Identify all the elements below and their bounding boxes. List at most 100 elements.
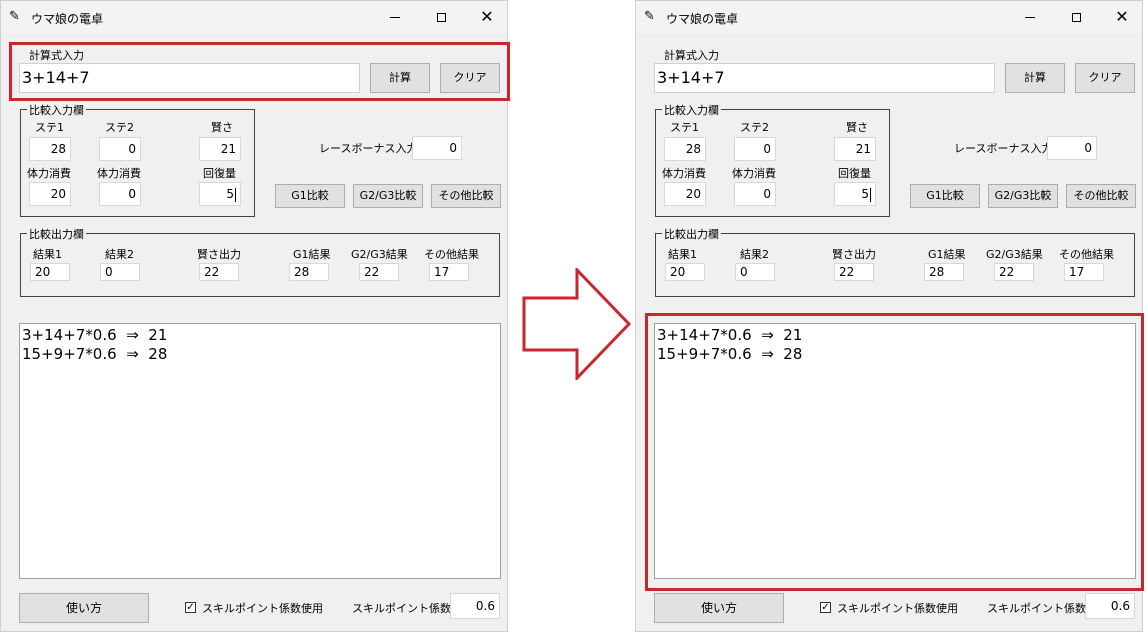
g1-result-label: G1結果 bbox=[928, 248, 966, 261]
calc-button[interactable]: 計算 bbox=[1005, 63, 1065, 93]
stat2-label: ステ2 bbox=[740, 121, 769, 134]
stat1-label: ステ1 bbox=[35, 121, 64, 134]
wisdom-output[interactable]: 22 bbox=[834, 263, 874, 281]
wisdom-label: 賢さ bbox=[846, 121, 868, 134]
wisdom-output-label: 賢さ出力 bbox=[197, 248, 241, 261]
g1-compare-button[interactable]: G1比較 bbox=[910, 184, 980, 208]
clear-button[interactable]: クリア bbox=[1075, 63, 1135, 93]
usage-button[interactable]: 使い方 bbox=[19, 593, 149, 623]
close-button[interactable]: ✕ bbox=[1102, 5, 1142, 29]
minimize-button[interactable] bbox=[375, 5, 415, 29]
recovery-input[interactable]: 5 bbox=[199, 182, 241, 206]
stamina-cost2-input[interactable]: 0 bbox=[99, 182, 141, 206]
skill-coef-input[interactable]: 0.6 bbox=[450, 593, 500, 619]
compare-input-title: 比較入力欄 bbox=[27, 102, 86, 118]
close-button[interactable]: ✕ bbox=[467, 5, 507, 29]
stamina-cost1-input[interactable]: 20 bbox=[29, 182, 71, 206]
window-title: ウマ娘の電卓 bbox=[666, 12, 739, 26]
result2-label: 結果2 bbox=[105, 248, 134, 261]
stamina-cost1-label: 体力消費 bbox=[27, 167, 71, 180]
stat2-label: ステ2 bbox=[105, 121, 134, 134]
formula-label: 計算式入力 bbox=[664, 49, 719, 62]
other-result-label: その他結果 bbox=[424, 248, 479, 261]
text-caret bbox=[870, 187, 871, 202]
g1-result-label: G1結果 bbox=[293, 248, 331, 261]
other-result-label: その他結果 bbox=[1059, 248, 1114, 261]
g2g3-result-label: G2/G3結果 bbox=[351, 248, 408, 261]
stamina-cost2-input[interactable]: 0 bbox=[734, 182, 776, 206]
stamina-cost2-label: 体力消費 bbox=[97, 167, 141, 180]
stat1-input[interactable]: 28 bbox=[29, 137, 71, 161]
wisdom-output[interactable]: 22 bbox=[199, 263, 239, 281]
g1-result-output[interactable]: 28 bbox=[289, 263, 329, 281]
result1-output[interactable]: 20 bbox=[665, 263, 705, 281]
result1-output[interactable]: 20 bbox=[30, 263, 70, 281]
minimize-icon bbox=[1025, 16, 1035, 18]
recovery-value: 5 bbox=[226, 187, 234, 201]
stat1-input[interactable]: 28 bbox=[664, 137, 706, 161]
g2g3-result-output[interactable]: 22 bbox=[994, 263, 1034, 281]
usage-button[interactable]: 使い方 bbox=[654, 593, 784, 623]
highlight-log-area bbox=[645, 313, 1144, 591]
stamina-cost1-input[interactable]: 20 bbox=[664, 182, 706, 206]
race-bonus-label: レースボーナス入力 bbox=[954, 142, 1053, 155]
g1-result-output[interactable]: 28 bbox=[924, 263, 964, 281]
skill-checkbox-label[interactable]: スキルポイント係数使用 bbox=[837, 600, 958, 616]
log-line: 15+9+7*0.6 ⇒ 28 bbox=[22, 345, 168, 363]
compare-output-title: 比較出力欄 bbox=[662, 226, 721, 242]
maximize-button[interactable] bbox=[1056, 5, 1096, 29]
recovery-value: 5 bbox=[861, 187, 869, 201]
race-bonus-label: レースボーナス入力 bbox=[319, 142, 418, 155]
compare-input-title: 比較入力欄 bbox=[662, 102, 721, 118]
recovery-label: 回復量 bbox=[838, 167, 871, 180]
g1-compare-button[interactable]: G1比較 bbox=[275, 184, 345, 208]
maximize-icon bbox=[1071, 12, 1081, 22]
other-compare-button[interactable]: その他比較 bbox=[431, 184, 501, 208]
formula-input[interactable]: 3+14+7 bbox=[654, 63, 995, 93]
feather-icon: ✎ bbox=[644, 9, 655, 24]
wisdom-label: 賢さ bbox=[211, 121, 233, 134]
g2g3-compare-button[interactable]: G2/G3比較 bbox=[353, 184, 423, 208]
other-compare-button[interactable]: その他比較 bbox=[1066, 184, 1136, 208]
result2-label: 結果2 bbox=[740, 248, 769, 261]
other-result-output[interactable]: 17 bbox=[429, 263, 469, 281]
log-textarea[interactable]: 3+14+7*0.6 ⇒ 21 15+9+7*0.6 ⇒ 28 bbox=[19, 323, 501, 579]
title-bar[interactable]: ✎ ウマ娘の電卓 ✕ bbox=[636, 1, 1142, 33]
recovery-label: 回復量 bbox=[203, 167, 236, 180]
skill-checkbox-label[interactable]: スキルポイント係数使用 bbox=[202, 600, 323, 616]
race-bonus-input[interactable]: 0 bbox=[1047, 136, 1097, 160]
text-caret bbox=[235, 187, 236, 202]
log-line: 3+14+7*0.6 ⇒ 21 bbox=[22, 326, 168, 344]
result2-output[interactable]: 0 bbox=[735, 263, 775, 281]
race-bonus-input[interactable]: 0 bbox=[412, 136, 462, 160]
stamina-cost1-label: 体力消費 bbox=[662, 167, 706, 180]
wisdom-input[interactable]: 21 bbox=[199, 137, 241, 161]
title-bar[interactable]: ✎ ウマ娘の電卓 ✕ bbox=[1, 1, 507, 33]
other-result-output[interactable]: 17 bbox=[1064, 263, 1104, 281]
right-arrow-icon bbox=[522, 268, 632, 380]
wisdom-output-label: 賢さ出力 bbox=[832, 248, 876, 261]
stat2-input[interactable]: 0 bbox=[99, 137, 141, 161]
result1-label: 結果1 bbox=[668, 248, 697, 261]
compare-output-group: 比較出力欄 bbox=[655, 226, 1135, 297]
minimize-button[interactable] bbox=[1010, 5, 1050, 29]
result2-output[interactable]: 0 bbox=[100, 263, 140, 281]
g2g3-result-label: G2/G3結果 bbox=[986, 248, 1043, 261]
compare-output-group: 比較出力欄 bbox=[20, 226, 500, 297]
minimize-icon bbox=[390, 16, 400, 18]
skill-checkbox[interactable]: ✓ bbox=[185, 602, 196, 613]
skill-coef-label: スキルポイント係数 bbox=[987, 602, 1086, 615]
maximize-button[interactable] bbox=[421, 5, 461, 29]
g2g3-compare-button[interactable]: G2/G3比較 bbox=[988, 184, 1058, 208]
recovery-input[interactable]: 5 bbox=[834, 182, 876, 206]
skill-coef-input[interactable]: 0.6 bbox=[1085, 593, 1135, 619]
result1-label: 結果1 bbox=[33, 248, 62, 261]
stat2-input[interactable]: 0 bbox=[734, 137, 776, 161]
wisdom-input[interactable]: 21 bbox=[834, 137, 876, 161]
stat1-label: ステ1 bbox=[670, 121, 699, 134]
skill-checkbox[interactable]: ✓ bbox=[820, 602, 831, 613]
highlight-formula-row bbox=[9, 42, 510, 101]
maximize-icon bbox=[436, 12, 446, 22]
g2g3-result-output[interactable]: 22 bbox=[359, 263, 399, 281]
skill-coef-label: スキルポイント係数 bbox=[352, 602, 451, 615]
